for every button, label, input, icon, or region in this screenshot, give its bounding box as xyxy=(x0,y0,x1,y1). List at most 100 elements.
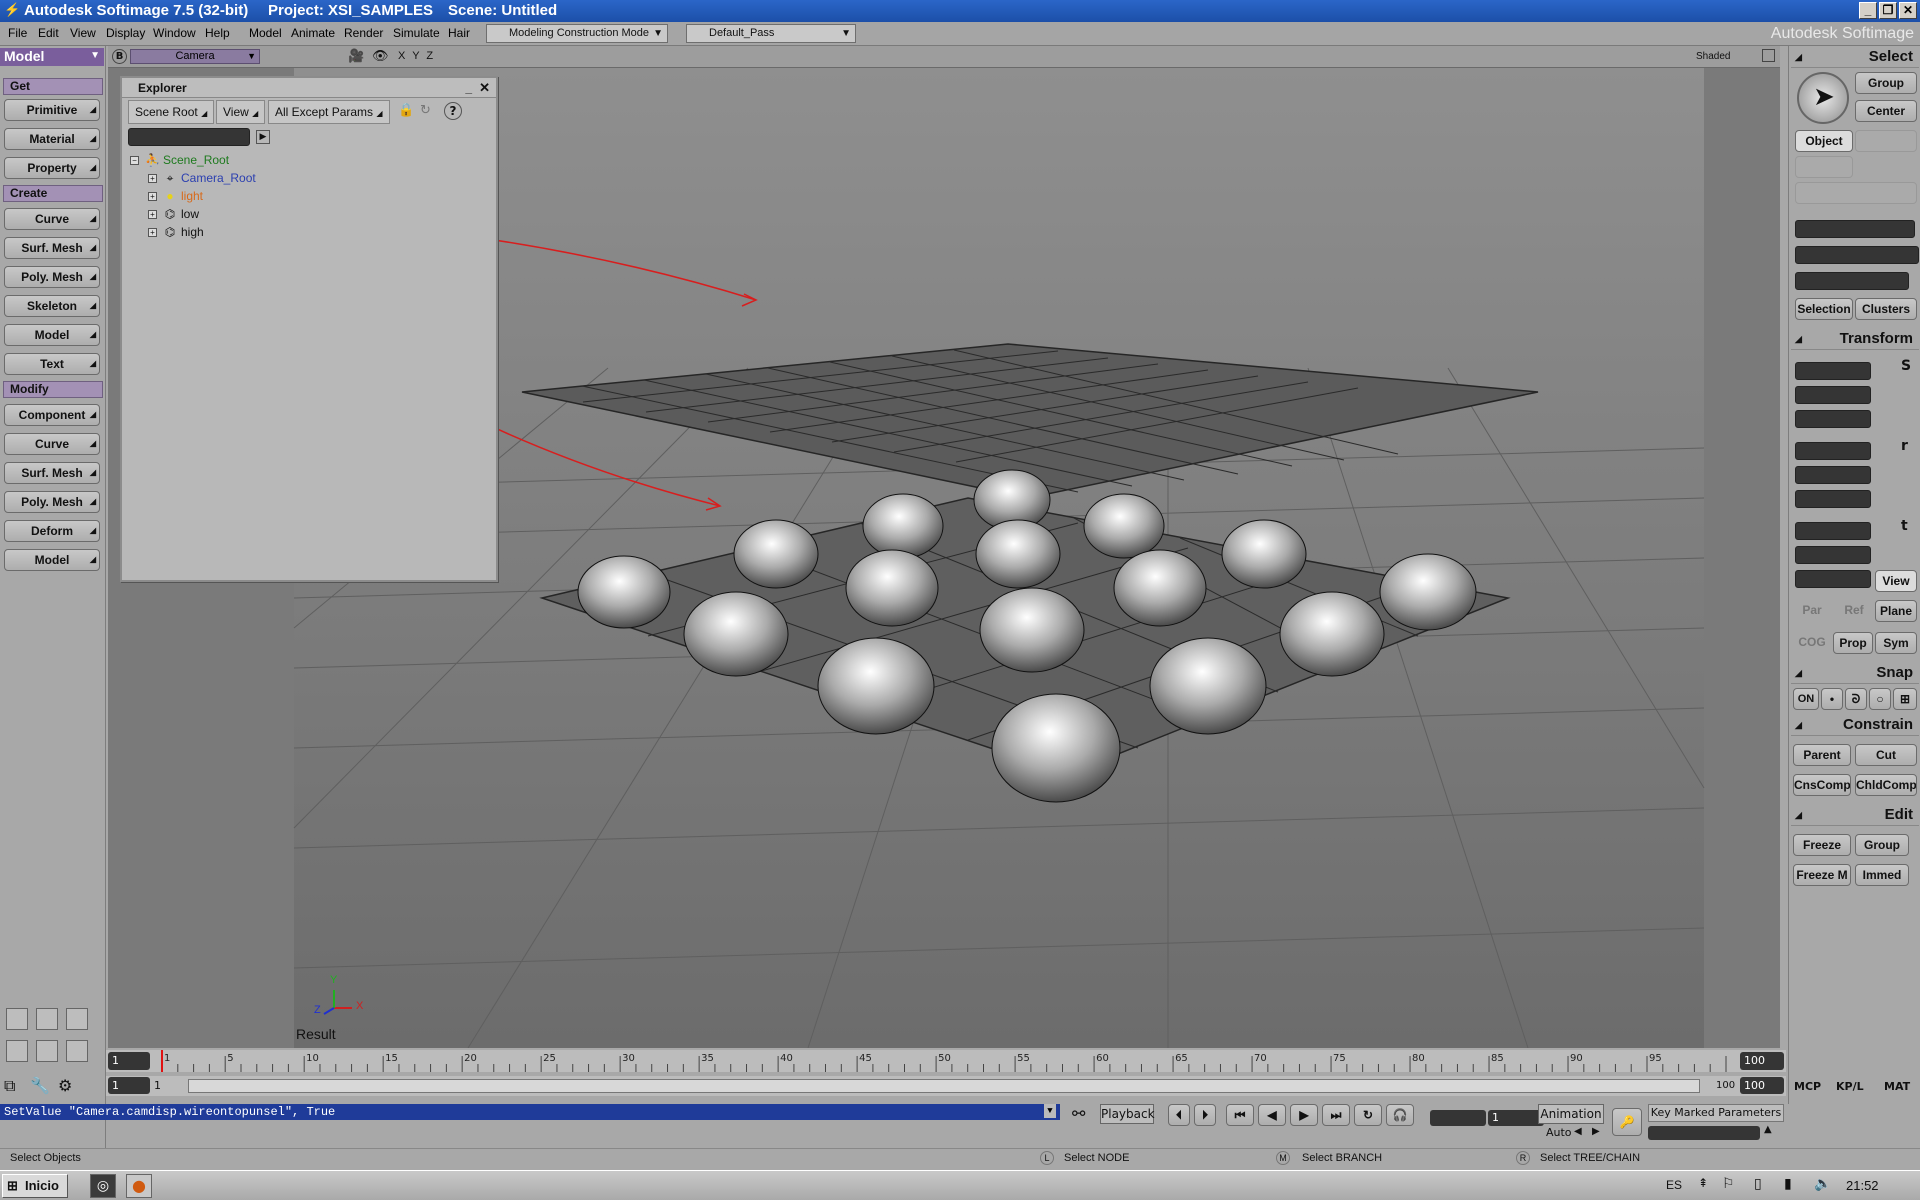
layout-row-icon[interactable] xyxy=(66,1040,88,1062)
tree-item-camera-root[interactable]: + ⌖ Camera_Root xyxy=(148,170,256,187)
menu-file[interactable]: File xyxy=(8,26,27,40)
wrench-icon[interactable]: 🔧 xyxy=(30,1076,50,1095)
modify-component-button[interactable]: Component ◢ xyxy=(4,404,100,426)
select-arrow-icon[interactable]: ➤ xyxy=(1797,72,1849,124)
chevron-up-icon[interactable]: ▲ xyxy=(1764,1124,1772,1135)
create-model-button[interactable]: Model ◢ xyxy=(4,324,100,346)
tab-mcp[interactable]: MCP xyxy=(1794,1080,1821,1093)
search-input[interactable] xyxy=(128,128,250,146)
scale-icon[interactable]: S xyxy=(1901,358,1911,374)
playback-speed-field[interactable] xyxy=(1430,1110,1486,1126)
camera-icon[interactable]: 🎥 xyxy=(348,49,364,64)
transform-plane-button[interactable]: Plane xyxy=(1875,600,1917,622)
chldcomp-button[interactable]: ChldComp xyxy=(1855,774,1917,796)
transform-section-header[interactable]: ◢ Transform xyxy=(1791,328,1919,350)
property-button[interactable]: Property ◢ xyxy=(4,157,100,179)
immed-button[interactable]: Immed xyxy=(1855,864,1909,886)
section-create[interactable]: Create xyxy=(3,185,103,202)
module-select[interactable]: Model ▼ xyxy=(0,48,104,66)
animation-menu-button[interactable]: Animation xyxy=(1538,1104,1604,1124)
layout-stack-icon[interactable] xyxy=(6,1040,28,1062)
create-skeleton-button[interactable]: Skeleton ◢ xyxy=(4,295,100,317)
maximize-button[interactable]: ❐ xyxy=(1879,2,1897,19)
menu-display[interactable]: Display xyxy=(106,26,145,40)
current-frame-field[interactable]: 1 xyxy=(1488,1110,1544,1126)
minimize-button[interactable]: _ xyxy=(1859,2,1877,19)
snap-circle-icon[interactable]: ○ xyxy=(1869,688,1891,710)
help-icon[interactable]: ? xyxy=(444,102,462,120)
close-icon[interactable]: ✕ xyxy=(479,78,490,98)
menu-simulate[interactable]: Simulate xyxy=(393,26,440,40)
lock-icon[interactable]: 🔒 xyxy=(398,103,414,118)
tree-item-high[interactable]: + ⌬ high xyxy=(148,224,204,241)
translate-icon[interactable]: t xyxy=(1901,518,1908,534)
audio-icon[interactable]: 🎧 xyxy=(1386,1104,1414,1126)
select-field-1[interactable] xyxy=(1795,220,1915,238)
auto-key-label[interactable]: Auto xyxy=(1546,1126,1572,1139)
cnscomp-button[interactable]: CnsComp xyxy=(1793,774,1851,796)
range-slider-track[interactable] xyxy=(188,1079,1700,1093)
modify-curve-button[interactable]: Curve ◢ xyxy=(4,433,100,455)
expand-icon[interactable]: + xyxy=(148,192,157,202)
scale-z-field[interactable] xyxy=(1795,410,1871,428)
gear-icon[interactable]: ⚙ xyxy=(58,1076,72,1095)
explorer-titlebar[interactable]: Explorer _ ✕ xyxy=(122,78,496,98)
tab-kpl[interactable]: KP/L xyxy=(1836,1080,1864,1093)
modify-poly-mesh-button[interactable]: Poly. Mesh ◢ xyxy=(4,491,100,513)
maximize-viewport-icon[interactable] xyxy=(1762,49,1775,62)
expand-icon[interactable]: + xyxy=(148,210,157,220)
hierarchy-icon[interactable]: ⧉ xyxy=(4,1076,15,1096)
snap-on-button[interactable]: ON xyxy=(1793,688,1819,710)
view-letter-badge[interactable]: B xyxy=(112,49,127,64)
command-line[interactable]: SetValue "Camera.camdisp.wireontopunsel"… xyxy=(0,1104,1060,1120)
view-button[interactable]: View ◢ xyxy=(216,100,266,124)
menu-animate[interactable]: Animate xyxy=(291,26,335,40)
construction-mode-select[interactable]: Modeling Construction Mode ▼ xyxy=(486,24,668,43)
range-slider[interactable]: 1 1 100 100 xyxy=(106,1076,1786,1096)
modify-model-button[interactable]: Model ◢ xyxy=(4,549,100,571)
scale-x-field[interactable] xyxy=(1795,362,1871,380)
device-icon[interactable]: ▯ xyxy=(1754,1176,1762,1192)
material-button[interactable]: Material ◢ xyxy=(4,128,100,150)
range-end-field[interactable]: 100 xyxy=(1740,1077,1784,1094)
create-text-button[interactable]: Text ◢ xyxy=(4,353,100,375)
layout-column-icon[interactable] xyxy=(36,1040,58,1062)
range-start-field[interactable]: 1 xyxy=(108,1077,150,1094)
menu-hair[interactable]: Hair xyxy=(448,26,470,40)
scale-y-field[interactable] xyxy=(1795,386,1871,404)
primitive-button[interactable]: Primitive ◢ xyxy=(4,99,100,121)
transform-cog-button[interactable]: COG xyxy=(1793,632,1831,654)
select-field-3[interactable] xyxy=(1795,272,1909,290)
select-center-button[interactable]: Center xyxy=(1855,100,1917,122)
step-back-icon[interactable]: ◀ xyxy=(1258,1104,1286,1126)
create-poly-mesh-button[interactable]: Poly. Mesh ◢ xyxy=(4,266,100,288)
key-marked-parameters-button[interactable]: Key Marked Parameters xyxy=(1648,1104,1784,1122)
clusters-button[interactable]: Clusters xyxy=(1855,298,1917,320)
play-icon[interactable]: ▶ xyxy=(1290,1104,1318,1126)
camera-select[interactable]: Camera ▼ xyxy=(130,49,260,64)
menu-window[interactable]: Window xyxy=(153,26,196,40)
first-frame-icon[interactable]: ⏮ xyxy=(1226,1104,1254,1126)
expand-icon[interactable]: + xyxy=(148,174,157,184)
next-icon[interactable]: ▶ xyxy=(1592,1126,1600,1137)
select-section-header[interactable]: ◢ Select xyxy=(1791,46,1919,68)
tree-item-low[interactable]: + ⌬ low xyxy=(148,206,199,223)
create-curve-button[interactable]: Curve ◢ xyxy=(4,208,100,230)
layout-single-icon[interactable] xyxy=(6,1008,28,1030)
transform-sym-button[interactable]: Sym xyxy=(1875,632,1917,654)
search-go-icon[interactable]: ▶ xyxy=(256,130,270,144)
freeze-button[interactable]: Freeze xyxy=(1793,834,1851,856)
menu-help[interactable]: Help xyxy=(205,26,230,40)
eye-icon[interactable]: 👁 xyxy=(372,49,389,64)
timeline-end-field[interactable]: 100 xyxy=(1740,1052,1784,1070)
transform-view-button[interactable]: View xyxy=(1875,570,1917,592)
tab-mat[interactable]: MAT xyxy=(1884,1080,1910,1093)
menu-view[interactable]: View xyxy=(70,26,96,40)
edit-group-button[interactable]: Group xyxy=(1855,834,1909,856)
prev-icon[interactable]: ◀ xyxy=(1574,1126,1582,1137)
next-key-icon[interactable]: ⏵ xyxy=(1194,1104,1216,1126)
scrub-icon[interactable]: ⚯ xyxy=(1072,1104,1085,1123)
loop-icon[interactable]: ↻ xyxy=(1354,1104,1382,1126)
flag-icon[interactable]: ⚐ xyxy=(1722,1176,1735,1192)
playback-menu-button[interactable]: Playback xyxy=(1100,1104,1155,1124)
